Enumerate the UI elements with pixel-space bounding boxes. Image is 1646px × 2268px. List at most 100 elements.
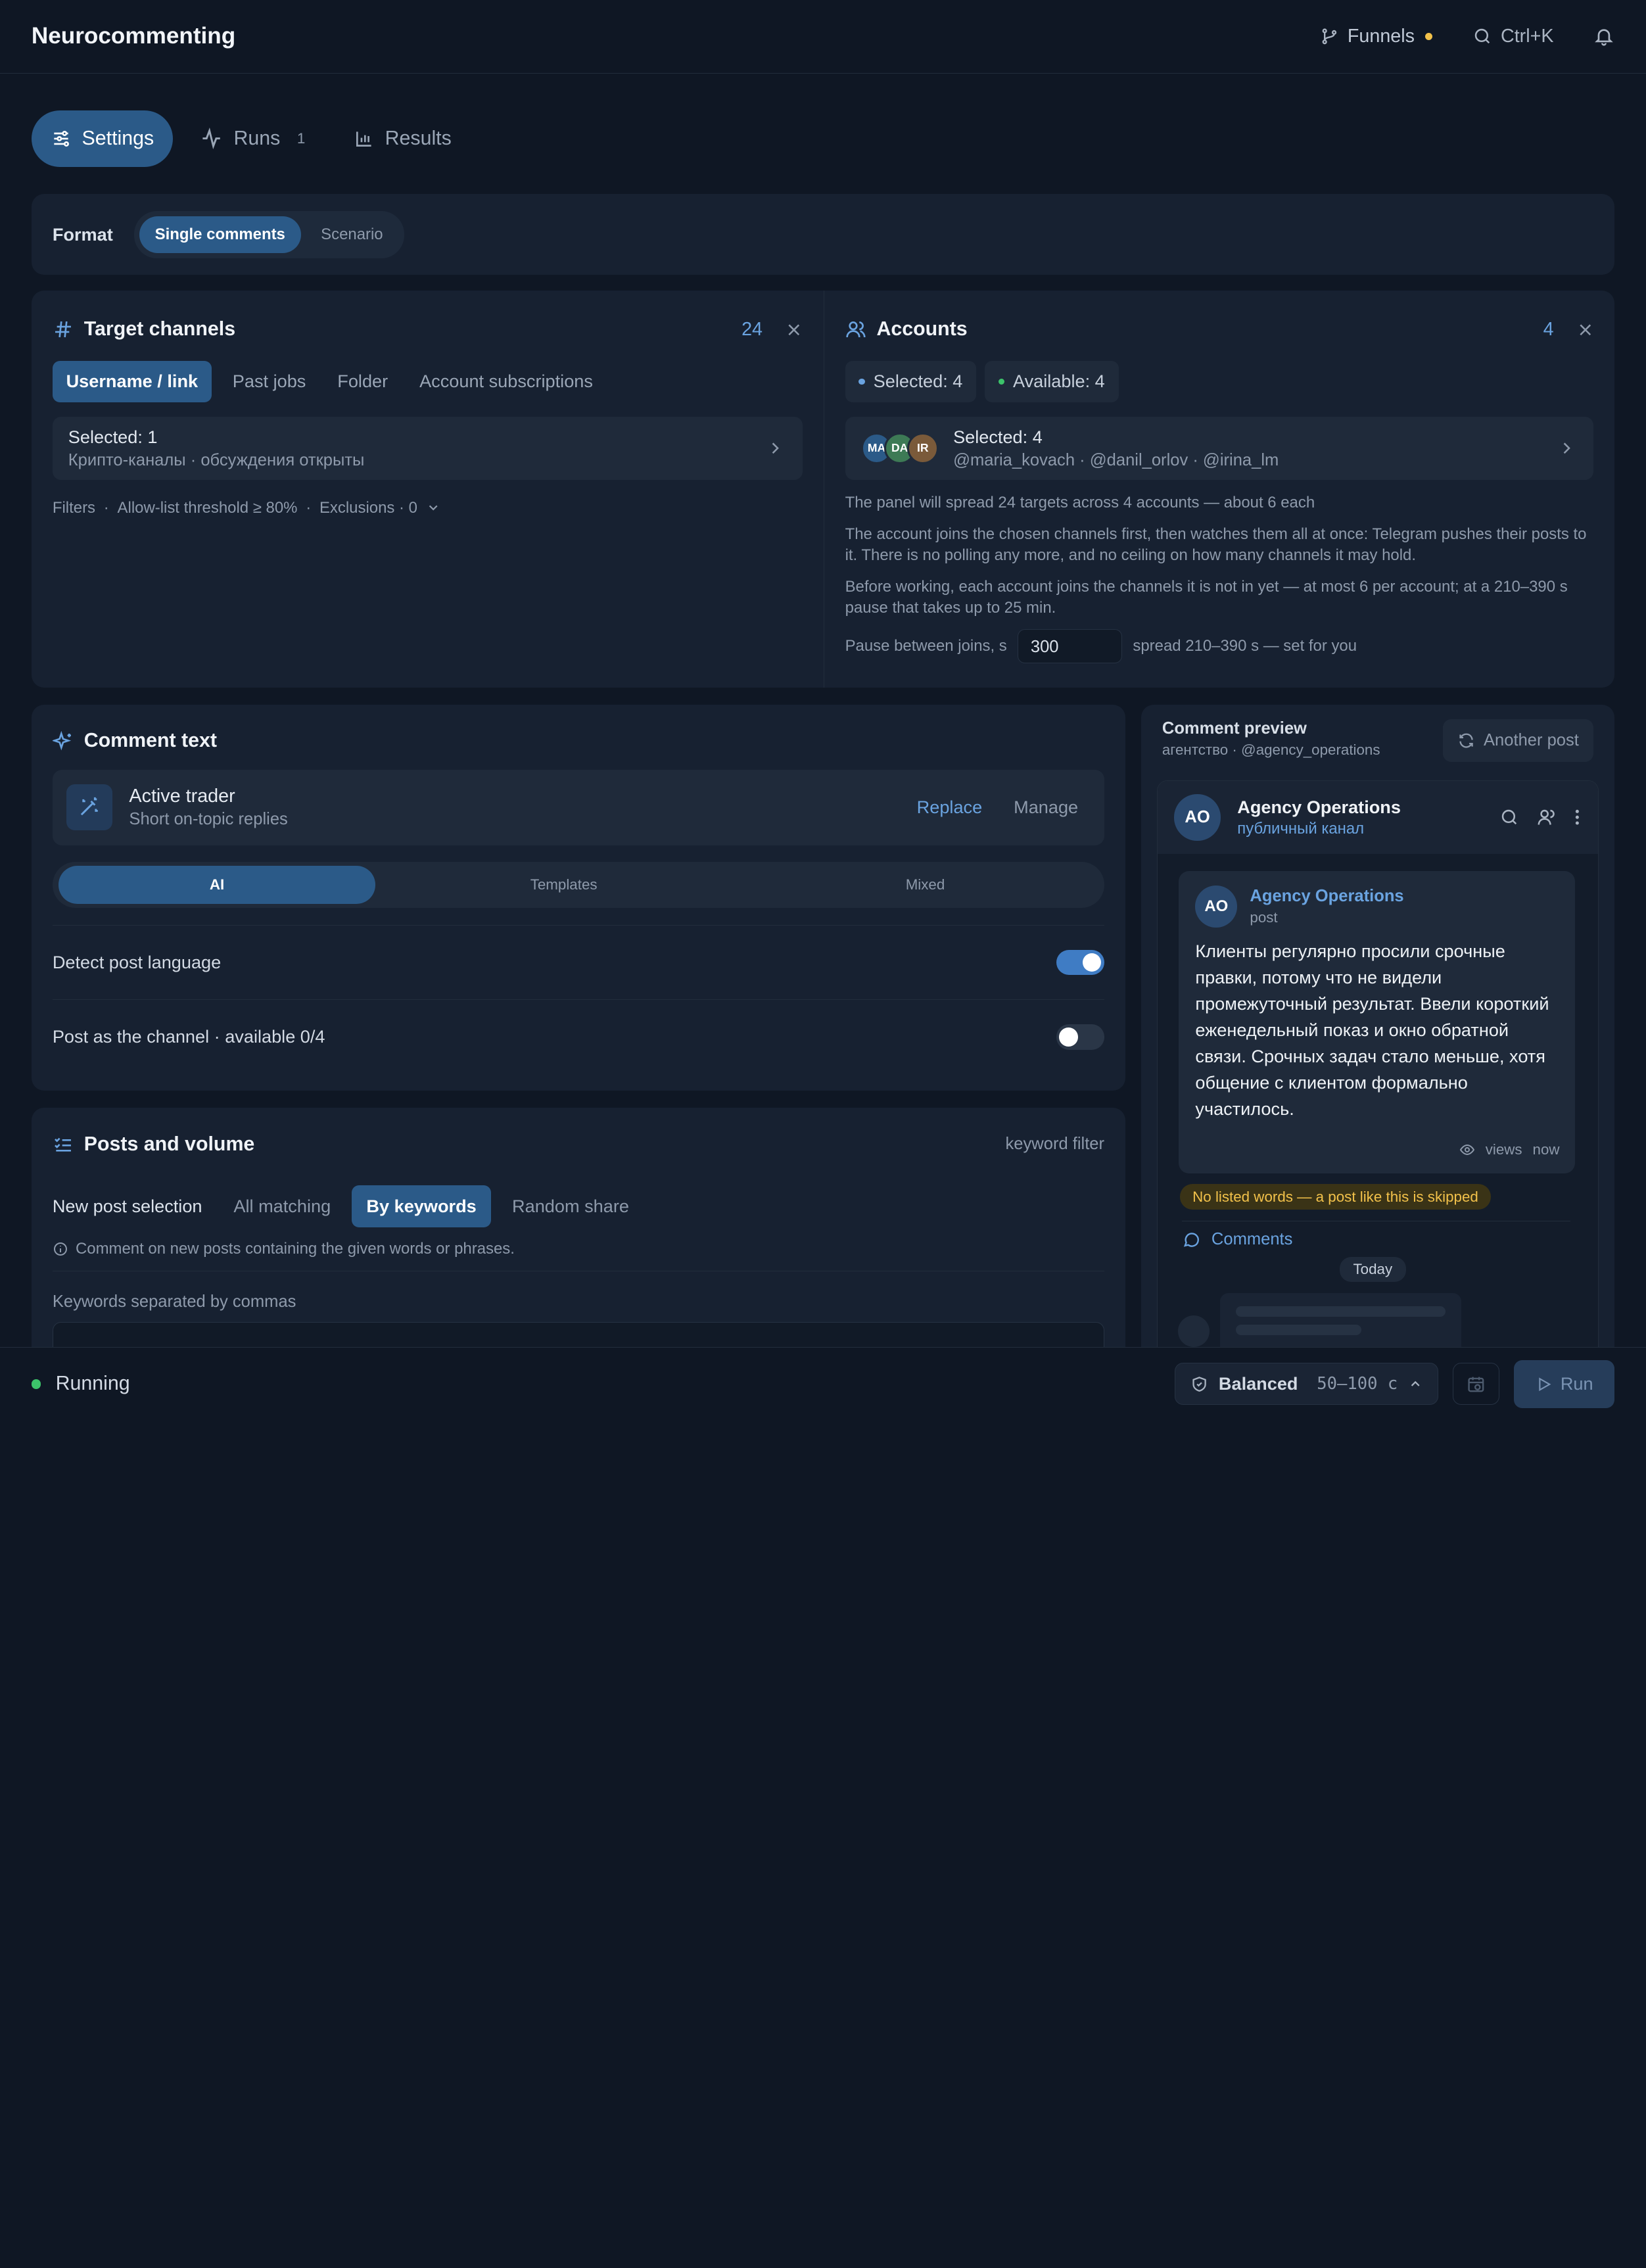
clear-targets-button[interactable]	[786, 321, 803, 339]
format-option-single[interactable]: Single comments	[139, 216, 301, 254]
format-selector: Single comments Scenario	[133, 210, 404, 259]
pause-input[interactable]: 300	[1017, 628, 1123, 664]
sparkles-icon	[52, 730, 74, 752]
refresh-icon	[1457, 732, 1475, 749]
post-as-channel-row: Post as the channel · available 0/4	[52, 999, 1105, 1074]
replace-button[interactable]: Replace	[917, 797, 983, 818]
comment-text-title: Comment text	[83, 730, 217, 752]
top-bar: Neurocommenting Funnels Ctrl+K	[0, 0, 1646, 74]
separator-dot: ·	[306, 498, 312, 517]
runs-count-badge: 1	[296, 130, 306, 147]
subtab-folder[interactable]: Folder	[327, 361, 398, 402]
target-selection-box[interactable]: Selected: 1 Крипто-каналы · обсуждения о…	[52, 416, 803, 480]
persona-card: Active trader Short on-topic replies Rep…	[52, 769, 1105, 845]
post-as-channel-label: Post as the channel · available 0/4	[52, 1026, 325, 1047]
run-button[interactable]: Run	[1513, 1359, 1615, 1409]
mode-mixed[interactable]: Mixed	[753, 866, 1098, 903]
profile-range: 50–100 с	[1317, 1374, 1398, 1394]
accounts-join-note: The account joins the chosen channels fi…	[845, 525, 1587, 564]
chip-available[interactable]: Available: 4	[984, 361, 1119, 402]
search-button[interactable]: Ctrl+K	[1472, 26, 1554, 47]
tab-settings-label: Settings	[82, 127, 154, 149]
posts-title: Posts and volume	[83, 1133, 255, 1155]
post-as-channel-toggle[interactable]	[1056, 1024, 1105, 1050]
post-selection-row: New post selection All matching By keywo…	[53, 1185, 1104, 1227]
branch-icon	[1320, 27, 1339, 46]
accounts-selected-list: @maria_kovach · @danil_orlov · @irina_lm	[953, 450, 1279, 469]
avatar: IR	[906, 432, 939, 464]
target-channels-count: 24	[741, 318, 763, 340]
mode-ai[interactable]: AI	[59, 866, 375, 904]
accounts-chips: Selected: 4 Available: 4	[845, 361, 1594, 402]
detect-language-row: Detect post language	[52, 924, 1105, 999]
post-selection-hint: Comment on new posts containing the give…	[53, 1240, 1104, 1258]
subtab-past-jobs[interactable]: Past jobs	[222, 361, 317, 402]
tab-runs[interactable]: Runs 1	[200, 110, 305, 167]
chip-selected[interactable]: Selected: 4	[845, 361, 977, 402]
footer-bar: Running Balanced 50–100 с Run	[0, 1346, 1646, 1421]
option-random-share[interactable]: Random share	[498, 1185, 644, 1227]
skeleton-line	[1235, 1306, 1446, 1317]
post-selection-label: New post selection	[52, 1195, 202, 1216]
accounts-title: Accounts	[876, 318, 968, 341]
target-source-tabs: Username / link Past jobs Folder Account…	[52, 361, 803, 402]
play-icon	[1536, 1376, 1553, 1393]
comment-avatar-placeholder	[1177, 1315, 1210, 1347]
profile-name: Balanced	[1218, 1373, 1298, 1394]
run-status: Running	[55, 1373, 130, 1395]
tab-results[interactable]: Results	[354, 110, 452, 167]
users-icon	[845, 319, 866, 340]
posts-header: Posts and volume keyword filter	[53, 1129, 1104, 1160]
comment-preview-card: Comment preview агентство · @agency_oper…	[1140, 704, 1615, 1421]
calendar-clock-icon	[1467, 1375, 1486, 1394]
accounts-pause-note: Before working, each account joins the c…	[845, 577, 1568, 617]
manage-button[interactable]: Manage	[1014, 797, 1078, 818]
profile-selector[interactable]: Balanced 50–100 с	[1175, 1363, 1438, 1406]
format-card: Format Single comments Scenario	[31, 194, 1615, 275]
another-post-button[interactable]: Another post	[1442, 719, 1594, 763]
hint-text: Comment on new posts containing the give…	[75, 1240, 515, 1258]
chip-selected-label: Selected: 4	[873, 371, 963, 392]
pause-row: Pause between joins, s 300 spread 210–39…	[845, 628, 1594, 664]
tab-results-label: Results	[385, 127, 452, 149]
comments-link[interactable]: Comments	[1182, 1221, 1571, 1249]
subtab-username-link[interactable]: Username / link	[52, 361, 212, 402]
funnels-button[interactable]: Funnels	[1320, 25, 1433, 47]
run-label: Run	[1560, 1373, 1593, 1394]
accounts-header: Accounts 4	[845, 314, 1594, 345]
skip-warning-badge: No listed words — a post like this is sk…	[1180, 1184, 1491, 1210]
option-by-keywords[interactable]: By keywords	[352, 1185, 492, 1227]
target-channels-title: Target channels	[83, 318, 236, 341]
filters-label: Filters	[52, 498, 96, 517]
detect-language-toggle[interactable]	[1056, 949, 1105, 976]
notifications-button[interactable]	[1593, 26, 1614, 47]
option-all-matching[interactable]: All matching	[219, 1185, 345, 1227]
funnels-label: Funnels	[1347, 25, 1415, 47]
format-label: Format	[52, 224, 113, 245]
accounts-count: 4	[1543, 318, 1554, 340]
magic-wand-icon	[66, 784, 112, 831]
date-separator: Today	[1339, 1256, 1406, 1283]
schedule-button[interactable]	[1453, 1363, 1499, 1406]
another-post-label: Another post	[1484, 731, 1579, 750]
comment-text-header: Comment text	[52, 726, 1104, 757]
tab-runs-label: Runs	[233, 127, 281, 149]
allowlist-threshold: Allow-list threshold ≥ 80%	[117, 498, 298, 517]
activity-icon	[200, 127, 223, 150]
mode-templates[interactable]: Templates	[375, 866, 753, 903]
persona-desc: Short on-topic replies	[129, 810, 288, 829]
search-shortcut: Ctrl+K	[1500, 25, 1554, 47]
pause-label: Pause between joins, s	[845, 636, 1007, 655]
shield-icon	[1190, 1375, 1208, 1393]
chevron-right-icon	[1558, 440, 1575, 457]
format-option-scenario[interactable]: Scenario	[305, 216, 398, 254]
tab-settings[interactable]: Settings	[31, 110, 173, 167]
keywords-label: Keywords separated by commas	[52, 1292, 296, 1311]
filters-row[interactable]: Filters · Allow-list threshold ≥ 80% · E…	[53, 499, 803, 517]
accounts-selection-box[interactable]: MA DA IR Selected: 4 @maria_kovach · @da…	[845, 416, 1594, 480]
close-icon	[1580, 324, 1591, 335]
subtab-account-subscriptions[interactable]: Account subscriptions	[409, 361, 603, 402]
app-title: Neurocommenting	[31, 23, 236, 49]
preview-subtitle: агентство · @agency_operations	[1162, 741, 1380, 758]
clear-accounts-button[interactable]	[1577, 321, 1594, 339]
